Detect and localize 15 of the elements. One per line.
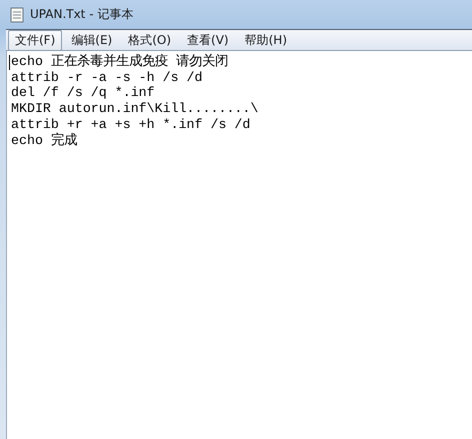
text-line: echo 正在杀毒并生成免疫 请勿关闭 [11,54,228,70]
text-cursor [9,55,10,70]
text-line: attrib +r +a +s +h *.inf /s /d [11,116,250,132]
text-line: echo 完成 [11,132,77,148]
text-line: del /f /s /q *.inf [11,85,155,102]
text-line: MKDIR autorun.inf\Kill........\ [11,101,258,117]
menu-item[interactable]: 格式(O) [121,30,178,50]
notepad-icon [10,6,24,22]
menu-item[interactable]: 编辑(E) [64,30,120,50]
menu-item[interactable]: 文件(F) [8,30,62,50]
text-line: attrib -r -a -s -h /s /d [11,70,203,86]
window-title: UPAN.Txt - 记事本 [30,6,134,23]
text-area[interactable]: echo 正在杀毒并生成免疫 请勿关闭 attrib -r -a -s -h /s /d del /f /s /q *.inf MKDIR autorun.inf\Kill........\ attrib +r +a +s +h *.inf /s /d echo 完成 [6,51,472,439]
menu-item[interactable]: 查看(V) [180,30,236,50]
menu-item[interactable]: 帮助(H) [238,30,294,50]
